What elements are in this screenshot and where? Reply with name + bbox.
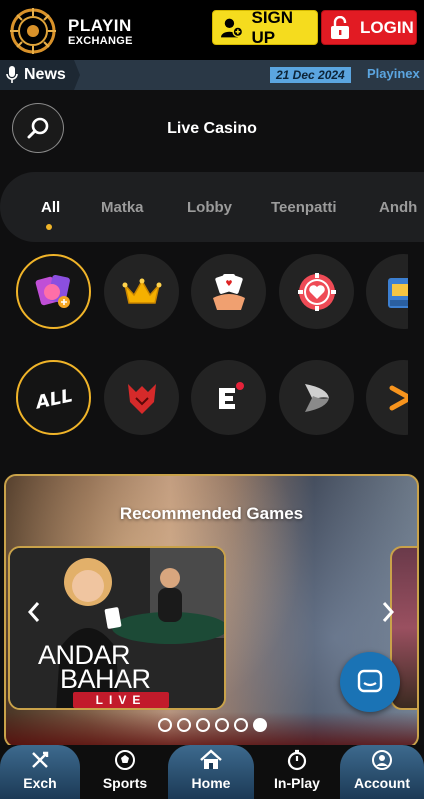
game-title-line2: BAHAR	[60, 664, 151, 694]
pager-dot[interactable]	[215, 718, 229, 732]
tab-matka[interactable]: Matka	[101, 199, 144, 216]
logo-line2: EXCHANGE	[68, 35, 133, 47]
provider-icon-row: ALL	[0, 360, 408, 438]
news-label: News	[24, 66, 66, 83]
nav-inplay-label: In-Play	[274, 775, 320, 791]
pager-dot-active[interactable]	[253, 718, 267, 732]
nav-account[interactable]: Account	[340, 745, 424, 799]
nav-account-label: Account	[354, 775, 410, 791]
category-all-games[interactable]	[16, 254, 91, 329]
news-date: 21 Dec 2024	[270, 67, 351, 83]
page-title-text: Live Casino	[167, 120, 257, 137]
category-card-games[interactable]: ♥	[191, 254, 266, 329]
chat-icon	[357, 669, 383, 693]
page-title: Live Casino	[0, 120, 424, 138]
tab-teenpatti[interactable]: Teenpatti	[271, 199, 337, 216]
pager-dot[interactable]	[234, 718, 248, 732]
provider-all[interactable]: ALL	[16, 360, 91, 435]
provider-swirl[interactable]	[279, 360, 354, 435]
live-chat-button[interactable]	[340, 652, 400, 712]
svg-text:ALL: ALL	[32, 385, 74, 413]
nav-inplay[interactable]: In-Play	[256, 745, 338, 799]
pager-dot[interactable]	[177, 718, 191, 732]
ezugi-icon	[218, 381, 244, 409]
pager-dot[interactable]	[158, 718, 172, 732]
carousel-pager	[158, 718, 267, 732]
svg-text:♥: ♥	[225, 279, 232, 288]
lock-icon	[331, 15, 349, 39]
slot-machine-icon	[387, 277, 408, 308]
active-tab-indicator	[46, 224, 52, 230]
all-providers-icon: ALL	[32, 385, 74, 413]
login-label: LOGIN	[360, 17, 414, 37]
hand-cards-icon: ♥	[212, 273, 245, 310]
account-icon	[372, 750, 392, 770]
provider-swirl-icon	[304, 383, 329, 412]
microphone-icon	[6, 66, 18, 83]
nav-home-label: Home	[191, 775, 231, 791]
inplay-icon	[287, 749, 307, 771]
category-tabs: All Matka Lobby Teenpatti Andh	[0, 172, 424, 242]
signup-label: SIGN UP	[251, 7, 294, 47]
live-badge: LIVE	[73, 692, 169, 708]
brand-logo[interactable]: PLAYIN EXCHANGE	[8, 4, 158, 56]
category-icon-row: ♥	[0, 254, 408, 332]
casino-cards-icon	[35, 274, 70, 308]
provider-red-tiger[interactable]	[104, 360, 179, 435]
top-header: PLAYIN EXCHANGE SIGN UP LOGIN	[0, 0, 424, 60]
signup-button[interactable]: SIGN UP	[212, 7, 318, 47]
provider-arrow-icon	[389, 385, 408, 410]
nav-exch-label: Exch	[23, 775, 57, 791]
chevron-left-icon	[27, 602, 40, 622]
tab-lobby[interactable]: Lobby	[187, 199, 232, 216]
provider-ezugi[interactable]	[191, 360, 266, 435]
red-tiger-icon	[127, 383, 156, 414]
logo-emblem-icon	[10, 8, 56, 54]
news-text: Playinex	[367, 66, 420, 81]
category-vip[interactable]	[104, 254, 179, 329]
carousel-next-button[interactable]	[380, 600, 396, 631]
nav-sports[interactable]: Sports	[84, 745, 166, 799]
nav-sports-label: Sports	[102, 775, 148, 791]
category-roulette[interactable]	[279, 254, 354, 329]
chevron-right-icon	[382, 602, 395, 622]
tab-andar-bahar[interactable]: Andh	[379, 199, 417, 216]
banner-title: Recommended Games	[119, 504, 304, 523]
category-slots[interactable]	[366, 254, 408, 329]
news-label-box: News	[0, 60, 80, 90]
poker-chip-heart-icon	[297, 272, 336, 311]
bottom-navigation: Exch Sports Home In-Play Account	[0, 745, 424, 799]
tab-all[interactable]: All	[41, 199, 60, 216]
nav-home[interactable]: Home	[168, 745, 254, 799]
carousel-prev-button[interactable]	[26, 600, 42, 631]
exchange-icon	[32, 751, 49, 768]
crown-icon	[122, 278, 161, 304]
home-icon	[200, 749, 222, 769]
logo-line1: PLAYIN	[68, 16, 132, 35]
news-ticker: News 21 Dec 2024 Playinex	[0, 60, 424, 90]
nav-exch[interactable]: Exch	[0, 745, 80, 799]
login-button[interactable]: LOGIN	[321, 10, 417, 45]
provider-orange-arrow[interactable]	[366, 360, 408, 435]
pager-dot[interactable]	[196, 718, 210, 732]
add-user-icon	[221, 18, 244, 37]
sports-icon	[115, 750, 135, 770]
